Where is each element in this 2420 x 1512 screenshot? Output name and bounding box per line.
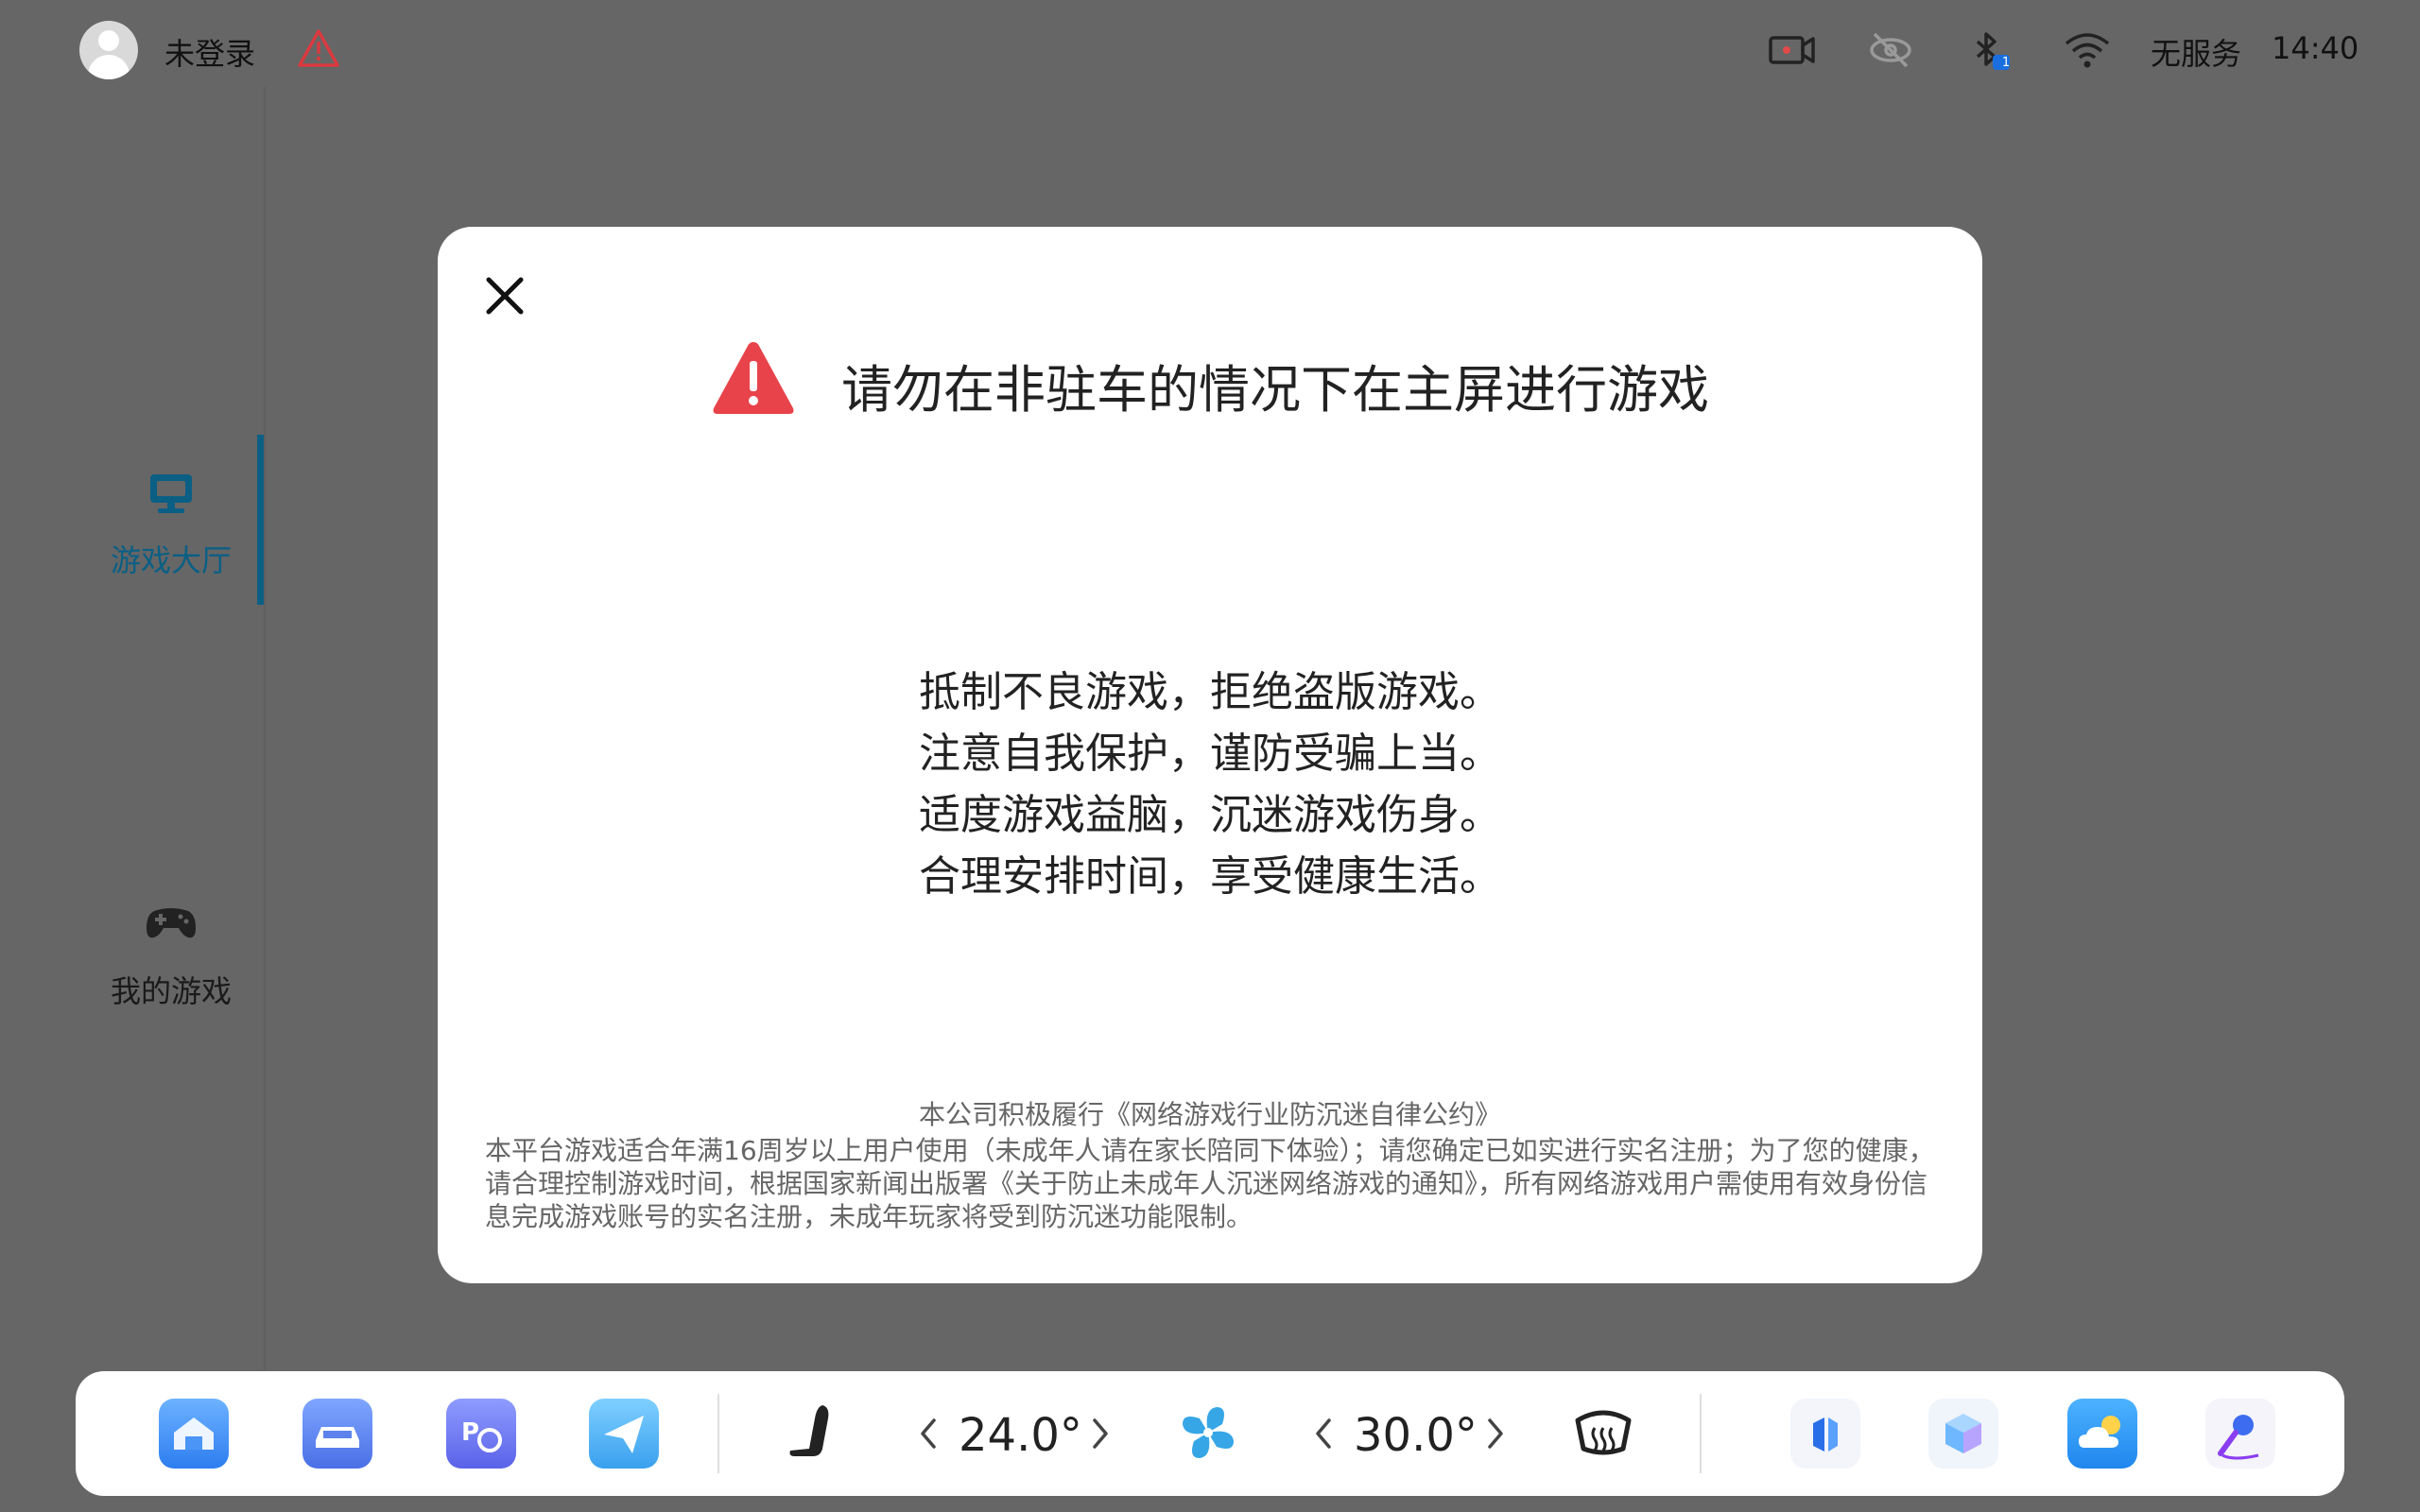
parking-app-icon[interactable]: P [446,1399,516,1469]
dock-separator [717,1394,719,1473]
slogan-line: 注意自我保护，谨防受骗上当。 [919,730,1501,778]
wifi-icon[interactable] [2063,28,2112,72]
sidebar-item-my-games[interactable]: 我的游戏 [0,900,257,1041]
close-icon[interactable] [481,272,528,319]
slogan-line: 抵制不良游戏，拒绝盗版游戏。 [919,668,1501,716]
clock: 14:40 [2272,30,2360,66]
navigation-app-icon[interactable] [589,1399,659,1469]
sidebar-item-game-hall[interactable]: 游戏大厅 [0,469,257,610]
sidebar-divider [264,87,266,1370]
cube-app-icon[interactable] [1928,1399,1998,1469]
dock-separator [1700,1394,1702,1473]
sidebar [0,87,267,1370]
voice-assistant-icon[interactable] [2205,1399,2275,1469]
pledge-text: 本公司积极履行《网络游戏行业防沉迷自律公约》 [918,1099,1501,1130]
dialog-header: 请勿在非驻车的情况下在主屏进行游戏 [438,338,1982,433]
slogan-line: 适度游戏益脑，沉迷游戏伤身。 [919,791,1501,839]
passenger-temp-up-icon[interactable] [1484,1413,1509,1454]
weather-app-icon[interactable] [2067,1399,2137,1469]
login-status[interactable]: 未登录 [164,30,255,74]
avatar[interactable] [79,21,138,79]
parking-warning-dialog: 请勿在非驻车的情况下在主屏进行游戏 抵制不良游戏，拒绝盗版游戏。 注意自我保护，… [438,227,1982,1283]
slogan-line: 合理安排时间，享受健康生活。 [919,852,1501,901]
age-notice: 本平台游戏适合年满16周岁以上用户使用（未成年人请在家长陪同下体验）；请您确定已… [485,1135,1935,1232]
dock-bar: P 24.0° 30.0° [76,1371,2344,1496]
warning-icon [713,342,794,414]
monitor-icon [150,474,192,513]
driver-temp-up-icon[interactable] [1089,1413,1114,1454]
driver-temp: 24.0° [959,1409,1082,1462]
store-app-icon[interactable] [1790,1399,1860,1469]
sidebar-active-indicator [257,435,264,605]
passenger-temp: 30.0° [1354,1409,1478,1462]
svg-text:P: P [461,1418,479,1447]
sidebar-item-label: 游戏大厅 [110,542,232,578]
seat-icon[interactable] [781,1400,847,1466]
dashcam-icon[interactable] [1768,28,1817,72]
driver-temp-down-icon[interactable] [915,1413,940,1454]
passenger-temp-down-icon[interactable] [1310,1413,1335,1454]
rear-defrost-icon[interactable] [1570,1400,1636,1466]
network-status: 无服务 [2151,36,2242,72]
dialog-title: 请勿在非驻车的情况下在主屏进行游戏 [841,360,1709,420]
home-app-icon[interactable] [159,1399,229,1469]
warning-icon[interactable] [297,28,340,68]
sidebar-item-label: 我的游戏 [110,973,232,1009]
no-link-icon[interactable] [1866,28,1915,72]
status-bar: 未登录 1 无服务 14:40 [0,0,2420,99]
fan-icon[interactable] [1175,1400,1241,1466]
gamepad-icon [147,908,196,938]
bluetooth-badge: 1 [2001,56,2011,70]
slogan-list: 抵制不良游戏，拒绝盗版游戏。 注意自我保护，谨防受骗上当。 适度游戏益脑，沉迷游… [438,662,1982,907]
car-app-icon[interactable] [302,1399,372,1469]
